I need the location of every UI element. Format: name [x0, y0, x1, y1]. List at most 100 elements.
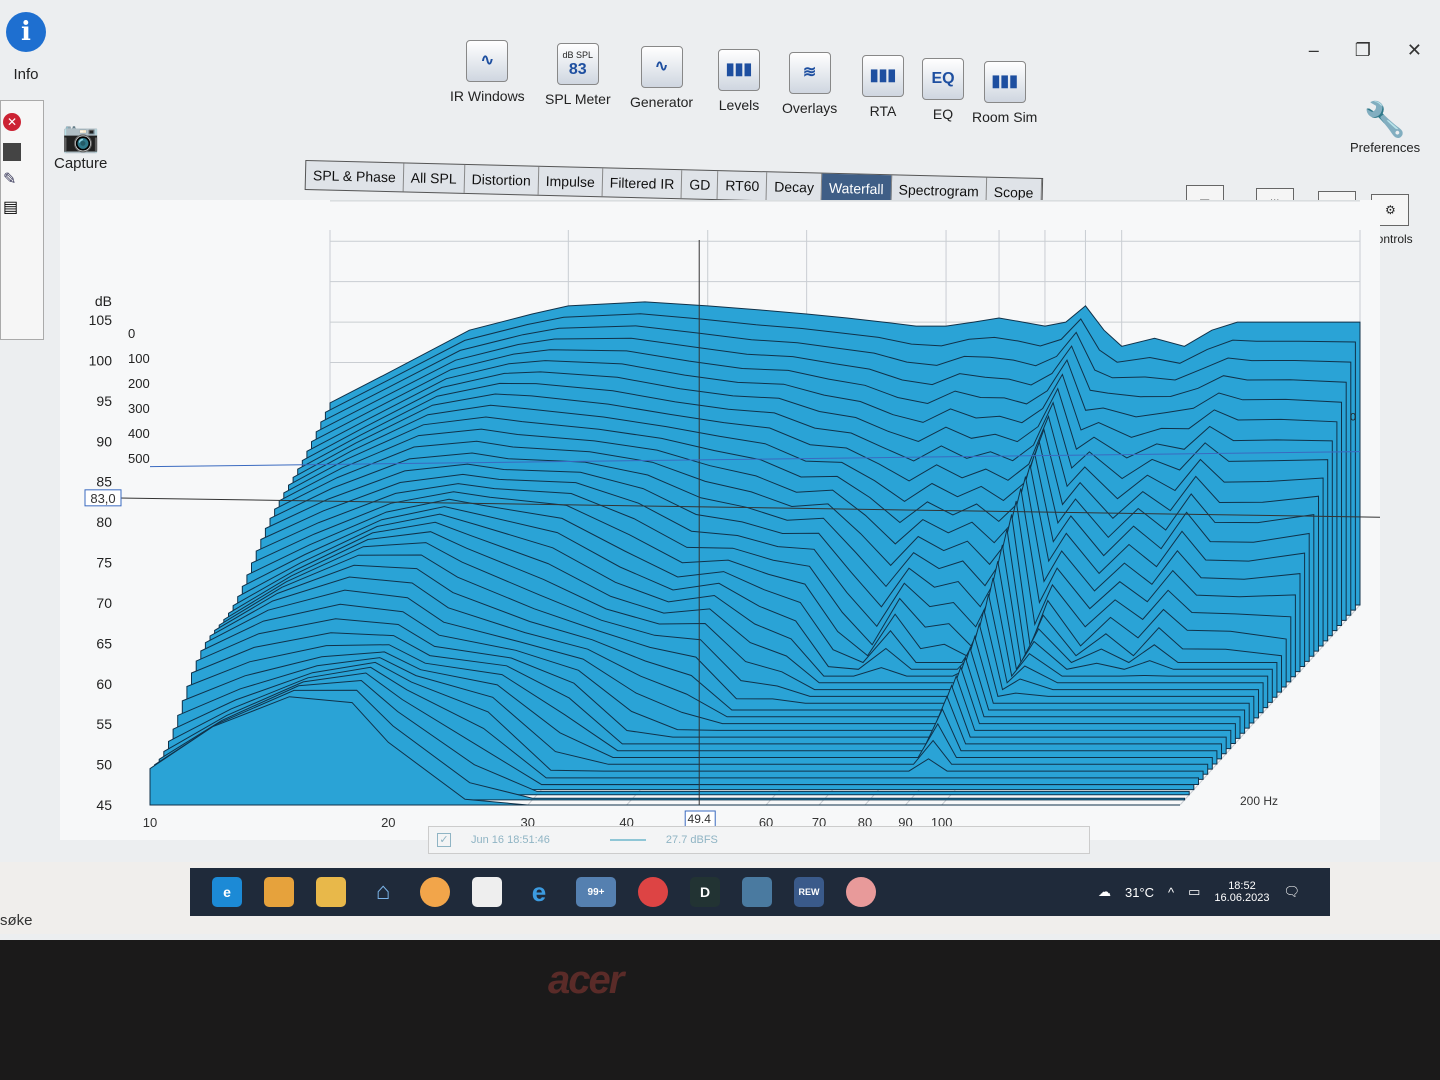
toolbar-label: SPL Meter	[545, 91, 611, 107]
toolbar-label: Room Sim	[972, 109, 1038, 125]
icon-glyph: ∿	[480, 52, 495, 69]
dell-icon[interactable]: D	[690, 877, 720, 907]
toolbar-label: Levels	[718, 97, 760, 113]
y-tick-label: 60	[96, 676, 112, 692]
info-button[interactable]: i Info	[6, 12, 46, 83]
tab-distortion[interactable]: Distortion	[464, 164, 540, 195]
rta-icon: ▮▮▮	[862, 55, 904, 97]
time-tick-right: 0	[1350, 411, 1356, 423]
edit-icon[interactable]: ✎	[3, 169, 41, 189]
tab-gd[interactable]: GD	[681, 170, 719, 200]
room-sim-icon: ▮▮▮	[983, 61, 1026, 103]
close-button[interactable]: ✕	[1407, 40, 1422, 61]
tab-decay[interactable]: Decay	[766, 172, 823, 202]
save-icon[interactable]	[3, 143, 21, 161]
time-tick-left: 100	[128, 351, 150, 366]
mail-icon[interactable]: 99+	[576, 877, 616, 907]
legend-value: 27.7 dBFS	[665, 834, 718, 846]
ir-windows-icon: ∿	[466, 40, 509, 82]
tab-all-spl[interactable]: All SPL	[403, 163, 465, 193]
network-icon[interactable]	[742, 877, 772, 907]
spl-unit-label: dB SPL	[562, 49, 594, 60]
info-icon: i	[6, 12, 46, 52]
time-tick-left: 0	[128, 326, 135, 341]
toolbar-label: IR Windows	[450, 88, 525, 104]
window-controls: – ❐ ✕	[1309, 40, 1422, 61]
eq-icon: EQ	[922, 58, 964, 100]
battery-icon[interactable]: ▭	[1188, 884, 1200, 900]
tab-spl-phase[interactable]: SPL & Phase	[305, 161, 405, 192]
document-icon[interactable]	[472, 877, 502, 907]
y-tick-label: 100	[89, 352, 113, 368]
overlays-icon: ≋	[788, 52, 831, 94]
y-tick-label: 75	[96, 555, 112, 571]
notifications-icon[interactable]: 🗨	[1283, 884, 1300, 900]
toolbar-room-sim-button[interactable]: ▮▮▮ Room Sim	[972, 61, 1037, 125]
weather-icon: ☁	[1097, 884, 1111, 899]
search-box[interactable]: søke	[0, 912, 33, 929]
y-tick-label: 105	[89, 312, 113, 328]
y-axis-label: dB	[95, 293, 112, 309]
store-icon[interactable]	[264, 877, 294, 907]
toolbar-overlays-button[interactable]: ≋ Overlays	[782, 52, 837, 116]
tab-filtered-ir[interactable]: Filtered IR	[602, 168, 683, 199]
spl-meter-icon: dB SPL 83	[556, 43, 599, 85]
internet-explorer-icon[interactable]: e	[524, 877, 554, 907]
generator-icon: ∿	[640, 46, 683, 88]
cursor-freq-label: 49.4	[688, 812, 712, 826]
rew-icon[interactable]: REW	[794, 877, 824, 907]
toolbar-eq-button[interactable]: EQ EQ	[922, 58, 964, 122]
y-tick-label: 50	[96, 757, 112, 773]
file-explorer-icon[interactable]	[316, 877, 346, 907]
y-tick-label: 95	[96, 393, 112, 409]
cursor-level-label: 83,0	[90, 491, 115, 506]
tab-impulse[interactable]: Impulse	[538, 166, 604, 197]
y-tick-label: 90	[96, 433, 112, 449]
preferences-button[interactable]: 🔧 Preferences	[1350, 100, 1420, 155]
toolbar-rta-button[interactable]: ▮▮▮ RTA	[862, 55, 904, 119]
windows-taskbar: e ⌂ e 99+ D REW ☁ 31°C ^ ▭ 18:52 16.06.20…	[190, 868, 1330, 916]
restore-button[interactable]: ❐	[1355, 40, 1371, 61]
y-tick-label: 45	[96, 797, 112, 813]
legend-checkbox[interactable]: ✓	[437, 833, 451, 847]
time-tick-left: 500	[128, 451, 150, 466]
legend-bar: ✓ Jun 16 18:51:46 27.7 dBFS	[428, 826, 1090, 854]
legend-line	[609, 839, 646, 841]
icon-glyph: ▮▮▮	[991, 73, 1018, 90]
time-tick-left: 300	[128, 401, 150, 416]
toolbar-ir-windows-button[interactable]: ∿ IR Windows	[450, 40, 525, 104]
y-tick-label: 85	[96, 474, 112, 490]
tab-waterfall[interactable]: Waterfall	[821, 173, 892, 204]
toolbar-spl-meter-button[interactable]: dB SPL 83 SPL Meter	[545, 43, 611, 107]
toolbar-label: Generator	[630, 94, 694, 110]
edge-icon[interactable]: e	[212, 877, 242, 907]
levels-icon: ▮▮▮	[718, 49, 760, 91]
x-tick-label: 20	[381, 815, 395, 830]
toolbar-generator-button[interactable]: ∿ Generator	[630, 46, 693, 110]
weather-temp[interactable]: 31°C	[1125, 885, 1154, 900]
icon-glyph: EQ	[931, 70, 955, 87]
app-icon[interactable]	[420, 877, 450, 907]
y-tick-label: 65	[96, 635, 112, 651]
toolbar-levels-button[interactable]: ▮▮▮ Levels	[718, 49, 760, 113]
acer-logo: acer	[548, 958, 624, 1002]
clock[interactable]: 18:52 16.06.2023	[1214, 880, 1269, 904]
minimize-button[interactable]: –	[1309, 40, 1319, 61]
tray-chevron-icon[interactable]: ^	[1168, 885, 1174, 900]
toolbar-label: EQ	[932, 106, 954, 122]
close-measurement-icon[interactable]: ✕	[3, 113, 21, 131]
time-tick-left: 200	[128, 376, 150, 391]
y-tick-label: 70	[96, 595, 112, 611]
x-end-label: 200 Hz	[1240, 794, 1278, 808]
tab-rt60[interactable]: RT60	[717, 171, 768, 201]
icon-glyph: ∿	[654, 58, 669, 75]
preferences-label: Preferences	[1350, 140, 1421, 155]
icon-glyph: 83	[568, 60, 587, 78]
y-tick-label: 80	[96, 514, 112, 530]
home-icon[interactable]: ⌂	[368, 877, 398, 907]
notes-icon[interactable]: ▤	[3, 197, 41, 217]
chrome-icon[interactable]	[638, 877, 668, 907]
info-label: Info	[13, 66, 39, 83]
recorder-icon[interactable]	[846, 877, 876, 907]
capture-button[interactable]: 📷 Capture	[54, 120, 107, 172]
